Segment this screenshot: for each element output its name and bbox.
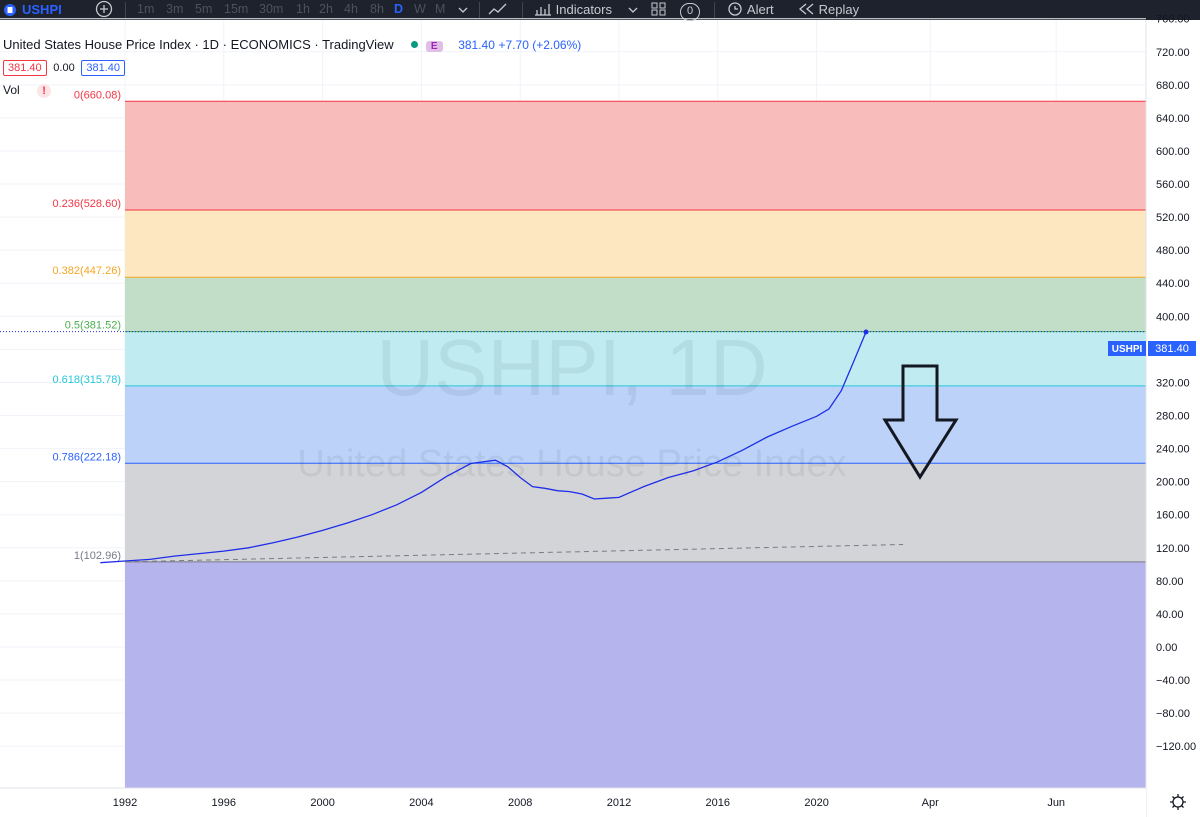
y-tick-label: 600.00	[1156, 146, 1190, 158]
y-tick-label: 440.00	[1156, 278, 1190, 290]
x-tick-label: 2016	[706, 797, 730, 809]
x-tick-label: 1996	[212, 797, 236, 809]
price-tag-symbol: USHPI	[1112, 344, 1143, 355]
y-tick-label: 120.00	[1156, 543, 1190, 555]
price-tag-value: 381.40	[1155, 343, 1189, 355]
y-tick-label: 480.00	[1156, 245, 1190, 257]
y-tick-label: 520.00	[1156, 212, 1190, 224]
fib-label-0236: 0.236(528.60)	[53, 198, 122, 210]
y-tick-label: −120.00	[1156, 741, 1196, 753]
ohlc-value-2: 0.00	[53, 62, 75, 74]
ohlc-value-1: 381.40	[3, 60, 47, 76]
fibonacci-labels: 0(660.08)0.236(528.60)0.382(447.26)0.5(3…	[53, 89, 122, 562]
y-tick-label: 80.00	[1156, 576, 1184, 588]
y-tick-label: 640.00	[1156, 113, 1190, 125]
y-tick-label: 160.00	[1156, 510, 1190, 522]
y-tick-label: 240.00	[1156, 444, 1190, 456]
x-tick-label: 1992	[113, 797, 137, 809]
fib-label-05: 0.5(381.52)	[65, 320, 121, 332]
fib-label-0786: 0.786(222.18)	[53, 451, 122, 463]
y-tick-label: 320.00	[1156, 377, 1190, 389]
y-tick-label: 0.00	[1156, 642, 1177, 654]
chart-watermark: USHPI, 1D United States House Price Inde…	[297, 323, 846, 485]
x-tick-label: 2020	[804, 797, 828, 809]
fib-zone-0236	[125, 209, 1146, 278]
x-tick-label: Apr	[922, 797, 939, 809]
legend-economics-badge[interactable]: E	[425, 41, 443, 52]
price-chart[interactable]: 0(660.08)0.236(528.60)0.382(447.26)0.5(3…	[0, 0, 1200, 817]
legend-title[interactable]: United States House Price Index · 1D · E…	[3, 37, 394, 52]
volume-warning-icon[interactable]: !	[37, 84, 52, 98]
y-tick-label: 200.00	[1156, 477, 1190, 489]
fib-zone-0	[125, 101, 1146, 210]
x-tick-label: 2000	[310, 797, 334, 809]
x-tick-label: 2008	[508, 797, 532, 809]
y-tick-label: 720.00	[1156, 47, 1190, 59]
x-tick-label: 2012	[607, 797, 631, 809]
y-tick-label: 40.00	[1156, 609, 1184, 621]
ohlc-value-3: 381.40	[81, 60, 125, 76]
fib-zone-1	[125, 561, 1146, 788]
y-tick-label: 560.00	[1156, 179, 1190, 191]
y-tick-label: 680.00	[1156, 80, 1190, 92]
chart-legend: United States House Price Index · 1D · E…	[3, 37, 581, 98]
legend-change: +7.70 (+2.06%)	[498, 38, 582, 52]
y-tick-label: −80.00	[1156, 708, 1190, 720]
x-tick-label: 2004	[409, 797, 433, 809]
watermark-symbol: USHPI, 1D	[376, 323, 767, 412]
volume-label: Vol	[3, 83, 20, 97]
fib-label-1: 1(102.96)	[74, 550, 121, 562]
legend-price: 381.40	[458, 38, 495, 52]
legend-status-dot	[411, 41, 419, 48]
y-tick-label: 760.00	[1156, 14, 1190, 26]
fib-label-0382: 0.382(447.26)	[53, 265, 122, 277]
y-tick-label: 280.00	[1156, 411, 1190, 423]
y-tick-label: −40.00	[1156, 675, 1190, 687]
y-tick-label: 400.00	[1156, 311, 1190, 323]
watermark-description: United States House Price Index	[297, 443, 846, 485]
x-tick-label: Jun	[1047, 797, 1065, 809]
last-price-tag: USHPI 381.40	[1108, 341, 1196, 356]
fib-label-0618: 0.618(315.78)	[53, 374, 122, 386]
